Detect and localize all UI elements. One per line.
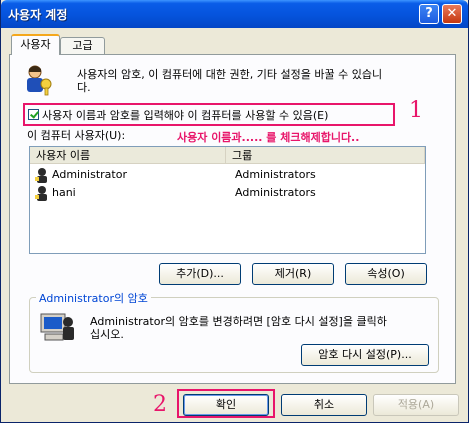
add-user-button[interactable]: 추가(D)... [159, 263, 241, 285]
remove-user-button[interactable]: 제거(R) [252, 263, 334, 285]
cancel-button[interactable]: 취소 [281, 394, 367, 416]
row-group: Administrators [235, 186, 316, 199]
help-icon: ? [425, 6, 433, 21]
window-title: 사용자 계정 [8, 8, 68, 22]
annotation-number-1: 1 [409, 98, 423, 123]
intro-text-line2: 다. [77, 81, 91, 94]
users-list-label: 이 컴퓨터 사용자(U): [27, 129, 126, 142]
password-group-title: Administrator의 암호 [36, 290, 151, 306]
require-password-checkbox[interactable] [28, 109, 39, 120]
column-header-username[interactable]: 사용자 이름 [30, 147, 226, 164]
ok-button[interactable]: 확인 [183, 394, 269, 416]
tab-users-label: 사용자 [20, 38, 51, 51]
computer-user-icon [40, 313, 74, 341]
column-header-group[interactable]: 그룹 [226, 147, 425, 164]
tab-advanced[interactable]: 고급 [60, 37, 105, 54]
apply-button[interactable]: 적용(A) [373, 394, 459, 416]
row-username: hani [52, 186, 76, 199]
table-row[interactable]: Administrator Administrators [30, 166, 425, 184]
require-password-label[interactable]: 사용자 이름과 암호를 입력해야 이 컴퓨터를 사용할 수 있음(E) [42, 107, 328, 123]
password-text-line2: 십시오. [90, 328, 124, 341]
password-text-line1: Administrator의 암호를 변경하려면 [암호 다시 설정]을 클릭하 [90, 315, 387, 328]
user-icon [35, 168, 47, 183]
column-header-group-label: 그룹 [232, 149, 253, 162]
close-icon: ✕ [446, 6, 458, 21]
help-button[interactable]: ? [419, 4, 439, 24]
title-bar[interactable]: 사용자 계정 ? ✕ [1, 0, 468, 28]
row-username: Administrator [52, 168, 127, 181]
properties-button[interactable]: 속성(O) [345, 263, 427, 285]
user-accounts-dialog: 사용자 계정 ? ✕ 사용자 고급 사용자의 암호, 이 컴퓨터에 대한 권한,… [0, 0, 469, 423]
table-row[interactable]: hani Administrators [30, 184, 425, 202]
column-header-username-label: 사용자 이름 [36, 149, 91, 162]
intro-text-line1: 사용자의 암호, 이 컴퓨터에 대한 권한, 기타 설정을 바꿀 수 있습니 [77, 68, 383, 81]
annotation-number-2: 2 [153, 392, 167, 417]
user-icon [35, 186, 47, 201]
users-key-icon [27, 65, 52, 96]
annotation-instruction: 사용자 이름과..... 를 체크해제합니다.. [177, 131, 360, 144]
tab-advanced-label: 고급 [72, 39, 93, 52]
reset-password-button[interactable]: 암호 다시 설정(P)... [301, 344, 429, 366]
user-list[interactable]: 사용자 이름 그룹 Administrator Administrators h… [29, 146, 426, 254]
row-group: Administrators [235, 168, 316, 181]
tab-users[interactable]: 사용자 [11, 34, 60, 55]
close-button[interactable]: ✕ [442, 4, 462, 24]
